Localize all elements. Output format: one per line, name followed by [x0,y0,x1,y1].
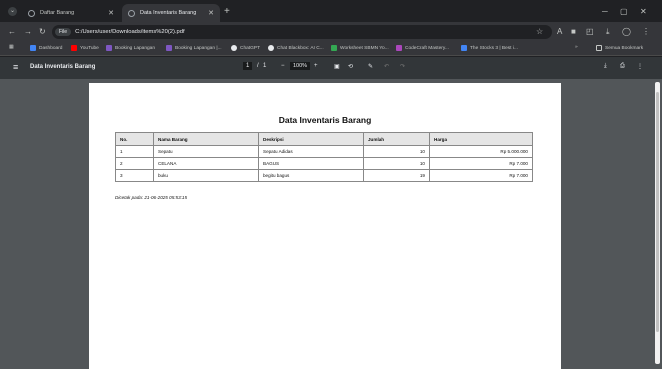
read-aloud-icon[interactable]: A [557,27,562,36]
download-icon[interactable]: ⤓ [606,27,610,37]
pdf-download-icon[interactable]: ⤓ [604,63,607,70]
menu-icon[interactable]: ⋮ [642,27,650,36]
page-total: 1 [263,63,267,69]
cell-deskripsi: BAGUS [258,157,364,170]
globe-icon [128,9,135,17]
youtube-icon [71,45,77,51]
cell-jumlah: 10 [363,145,430,158]
bookmark-icon [396,45,402,51]
tab-daftar-barang[interactable]: Daftar Barang ✕ [22,4,120,22]
pdf-title: Data Inventaris Barang [30,64,96,70]
sheet-icon [331,45,337,51]
chatgpt-icon [231,45,237,51]
page-separator: / [257,63,259,69]
url-text: C:/Users/user/Downloads/items%20(2).pdf [75,29,185,35]
document-title: Data Inventaris Barang [278,115,372,125]
back-icon[interactable]: ← [8,27,16,36]
minimize-icon[interactable]: ─ [602,7,608,16]
folder-icon [596,45,602,51]
close-tab-icon[interactable]: ✕ [108,9,114,17]
globe-icon [28,9,35,17]
pdf-toolbar: ≡ Data Inventaris Barang 1 / 1 − 100% + … [0,57,662,79]
bookmark-item[interactable]: CodeCraft Mastery... [396,45,449,51]
bookmark-item[interactable]: Booking Lapangan |... [166,45,222,51]
tab-strip: ⌄ Daftar Barang ✕ Data Inventaris Barang… [0,0,662,22]
cell-harga: Rp 7.000 [429,169,533,182]
bookmarks-bar: ▦ Dashboard YouTube Booking Lapangan Boo… [0,42,662,56]
inventory-table: No. Nama Barang Deskripsi Jumlah Harga 1… [115,132,533,182]
cell-deskripsi: begitu bagus [258,169,364,182]
header-jumlah: Jumlah [363,132,430,146]
annotate-icon[interactable]: ✎ [368,63,373,70]
apps-icon[interactable]: ▦ [9,45,14,50]
file-chip[interactable]: File [55,28,72,36]
cell-jumlah: 19 [363,169,430,182]
bookmark-icon [106,45,112,51]
pdf-menu-icon[interactable]: ≡ [13,62,18,72]
reload-icon[interactable]: ↻ [39,27,46,36]
tab-data-inventaris[interactable]: Data Inventaris Barang ✕ [122,4,220,22]
bookmark-item[interactable]: Booking Lapangan [106,45,155,51]
close-window-icon[interactable]: ✕ [640,7,647,16]
scrollbar[interactable] [655,82,660,364]
redo-icon[interactable]: ↷ [400,63,405,70]
cell-nama: buku [153,169,259,182]
fit-page-icon[interactable]: ▣ [334,63,340,70]
address-bar[interactable]: File C:/Users/user/Downloads/items%20(2)… [52,25,552,39]
printed-timestamp: Dicetak pada: 21-06-2025 05:53:15 [115,195,188,200]
header-no: No. [115,132,154,146]
profile-icon[interactable]: ◯ [622,27,631,36]
bookmark-item[interactable]: The Stocks 3 | Best i... [461,45,518,51]
scrollbar-thumb[interactable] [656,92,659,332]
rotate-icon[interactable]: ⟲ [348,63,353,70]
cell-deskripsi: Sepatu Adidas [258,145,364,158]
zoom-input[interactable]: 100% [290,62,311,70]
tab-title: Data Inventaris Barang [140,10,197,16]
forward-icon[interactable]: → [24,27,32,36]
blackbox-icon [268,45,274,51]
bookmark-item[interactable]: Chat Blackbox: AI C... [268,45,324,51]
undo-icon[interactable]: ↶ [384,63,389,70]
page-number-input[interactable]: 1 [243,62,253,70]
cell-nama: Sepatu [153,145,259,158]
bookmark-icon [30,45,36,51]
bookmark-icon [166,45,172,51]
all-bookmarks[interactable]: Semua Bookmark [596,45,643,51]
cell-harga: Rp 5.000.000 [429,145,533,158]
zoom-in-icon[interactable]: + [314,63,318,69]
cell-no: 1 [115,145,154,158]
extension-icon[interactable]: ■ [571,27,576,36]
bookmark-item[interactable]: Worksheet SBMN Yo... [331,45,389,51]
browser-toolbar: ← → ↻ File C:/Users/user/Downloads/items… [0,22,662,42]
bookmark-item[interactable]: YouTube [71,45,99,51]
cell-nama: CELANA [153,157,259,170]
table-header-row: No. Nama Barang Deskripsi Jumlah Harga [115,132,533,146]
table-row: 3 buku begitu bagus 19 Rp 7.000 [115,169,533,182]
cell-jumlah: 10 [363,157,430,170]
header-harga: Harga [429,132,533,146]
close-tab-icon[interactable]: ✕ [208,9,214,17]
more-actions-icon[interactable]: ⋮ [637,63,643,70]
tab-search-icon[interactable]: ⌄ [8,7,17,16]
more-bookmarks-icon[interactable]: » [575,45,578,50]
bookmark-item[interactable]: Dashboard [30,45,62,51]
cell-no: 3 [115,169,154,182]
cell-no: 2 [115,157,154,170]
tab-title: Daftar Barang [40,10,75,16]
pdf-page: Data Inventaris Barang No. Nama Barang D… [89,83,561,369]
zoom-out-icon[interactable]: − [281,63,285,69]
bookmark-star-icon[interactable]: ☆ [536,27,543,36]
bookmark-icon [461,45,467,51]
new-tab-icon[interactable]: + [224,6,230,17]
puzzle-icon[interactable]: ◰ [586,27,594,36]
bookmark-item[interactable]: ChatGPT [231,45,260,51]
table-row: 2 CELANA BAGUS 10 Rp 7.000 [115,157,533,170]
header-deskripsi: Deskripsi [258,132,364,146]
header-nama-barang: Nama Barang [153,132,259,146]
table-row: 1 Sepatu Sepatu Adidas 10 Rp 5.000.000 [115,145,533,158]
cell-harga: Rp 7.000 [429,157,533,170]
maximize-icon[interactable]: ▢ [620,7,628,16]
print-icon[interactable]: ⎙ [620,63,625,70]
